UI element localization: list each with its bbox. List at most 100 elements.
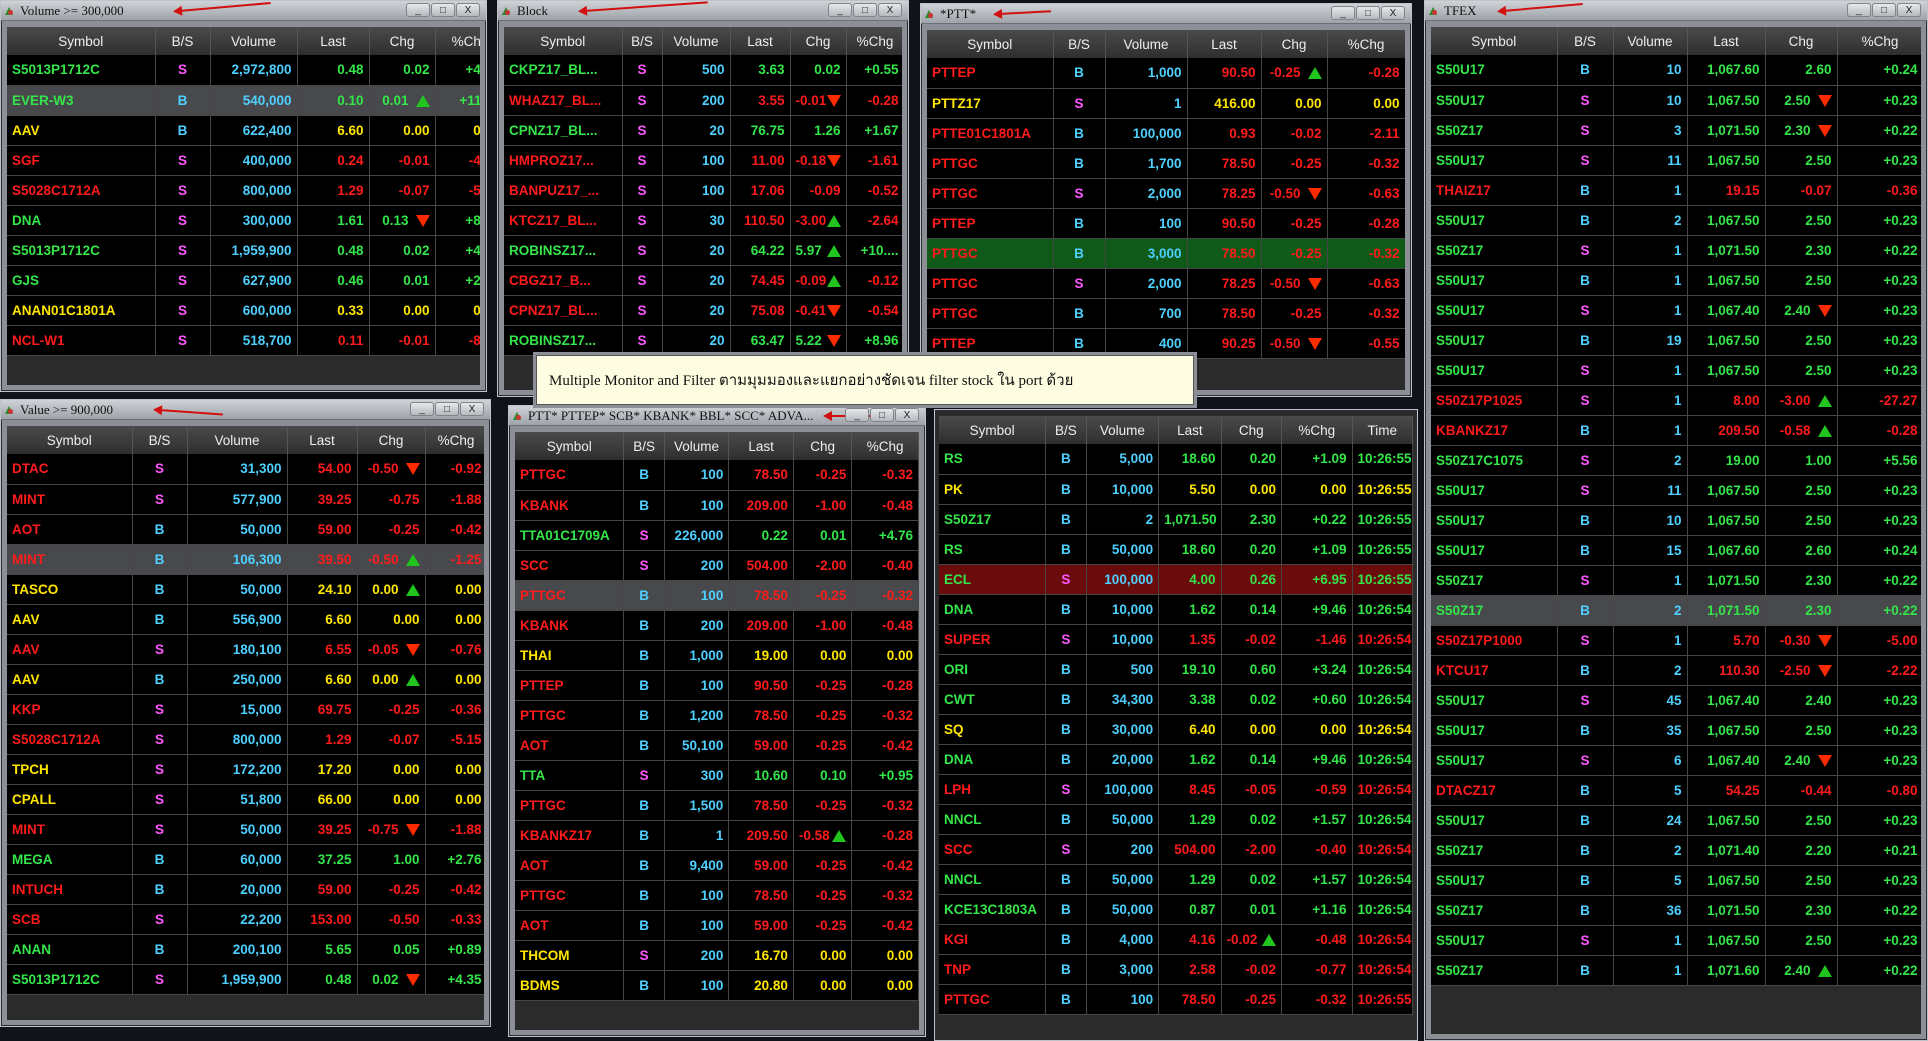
maximize-button[interactable]: □ [870,408,894,422]
table-row[interactable]: ANAN B 200,100 5.65 0.05 +0.89 [7,934,484,965]
minimize-button[interactable]: _ [1331,6,1355,20]
column-header[interactable]: Volume [210,27,298,55]
table-row[interactable]: TASCO B 50,000 24.10 0.00 0.00 [7,574,484,605]
table-row[interactable]: PTTGC B 100 78.50 -0.25 -0.32 [515,880,919,911]
window-portfolio-filter[interactable]: PTT* PTTEP* SCB* KBANK* BBL* SCC* ADVA..… [508,405,926,1037]
table-row[interactable]: AAV B 556,900 6.60 0.00 0.00 [7,604,484,635]
table-row[interactable]: S50U17 B 2 1,067.50 2.50 +0.23 [1431,205,1921,236]
table-row[interactable]: KBANKZ17 B 1 209.50 -0.58 -0.28 [515,820,919,851]
window-ptt[interactable]: *PTT* _ □ X Symbol B/S Volume Last Chg %Chg PTTEP… [920,3,1412,397]
table-row[interactable]: S50U17 B 5 1,067.50 2.50 +0.23 [1431,865,1921,896]
table-row[interactable]: S50U17 B 10 1,067.60 2.60 +0.24 [1431,55,1921,86]
table-row[interactable]: GJSS627,9000.46 0.01 +2.22 [7,265,480,296]
column-header[interactable]: Last [1187,30,1262,58]
table-row[interactable]: CPNZ17_BL... S 20 75.08 -0.41 -0.54 [504,295,902,326]
table-row[interactable]: TTA S 300 10.60 0.10 +0.95 [515,760,919,791]
table-row[interactable]: S50U17 B 19 1,067.50 2.50 +0.23 [1431,325,1921,356]
table-row[interactable]: TNP B 3,000 2.58 -0.02 -0.77 10:26:54 [939,954,1413,985]
table-row[interactable]: S50Z17 B 2 1,071.40 2.20 +0.21 [1431,835,1921,866]
column-header[interactable]: Time [1352,416,1413,444]
table-row[interactable]: KCE13C1803A B 50,000 0.87 0.01 +1.16 10:26:54 [939,894,1413,925]
column-header[interactable]: %Chg [846,27,902,55]
window-titlebar[interactable]: Block _ □ X [498,1,908,21]
table-row[interactable]: S50Z17 S 3 1,071.50 2.30 +0.22 [1431,115,1921,146]
column-header[interactable]: Chg [793,432,853,460]
table-row[interactable]: TTA01C1709A S 226,000 0.22 0.01 +4.76 [515,520,919,551]
column-header[interactable]: B/S [155,27,211,55]
table-row[interactable]: ANAN01C1801AS600,0000.33 0.00 0.00 [7,295,480,326]
table-row[interactable]: THAIZ17 B 1 19.15 -0.07 -0.36 [1431,175,1921,206]
column-header[interactable]: %Chg [435,27,480,55]
table-row[interactable]: S50Z17 B 2 1,071.50 2.30 +0.22 [1431,595,1921,626]
table-row[interactable]: DNAS300,0001.61 0.13 +8.78 [7,205,480,236]
table-row[interactable]: DNA B 10,000 1.62 0.14 +9.46 10:26:54 [939,594,1413,625]
column-header[interactable]: Last [287,426,358,454]
window-tfex[interactable]: TFEX _ □ X Symbol B/S Volume Last Chg %Chg S50U17… [1424,0,1928,1041]
minimize-button[interactable]: _ [406,3,430,17]
column-header[interactable]: Chg [1221,416,1283,444]
table-row[interactable]: AOT B 50,100 59.00 -0.25 -0.42 [515,730,919,761]
column-header[interactable]: B/S [622,27,663,55]
table-row[interactable]: AOT B 100 59.00 -0.25 -0.42 [515,910,919,941]
table-row[interactable]: S50Z17 B 2 1,071.50 2.30 +0.22 10:26:55 [939,504,1413,535]
table-row[interactable]: S50U17 B 10 1,067.50 2.50 +0.23 [1431,505,1921,536]
maximize-button[interactable]: □ [1872,3,1896,17]
table-row[interactable]: EVER-W3B540,0000.10 0.01 +11.11 [7,85,480,116]
table-row[interactable]: S50U17 S 11 1,067.50 2.50 +0.23 [1431,145,1921,176]
table-row[interactable]: PTTE01C1801A B 100,000 0.93 -0.02 -2.11 [927,118,1405,149]
table-row[interactable]: KBANK B 200 209.00 -1.00 -0.48 [515,610,919,641]
table-row[interactable]: PTTEP B 100 90.50 -0.25 -0.28 [927,208,1405,239]
close-button[interactable]: X [878,3,902,17]
column-header[interactable]: Chg [1765,27,1838,55]
column-header[interactable]: Last [730,27,791,55]
column-header[interactable]: B/S [132,426,188,454]
window-titlebar[interactable]: PTT* PTTEP* SCB* KBANK* BBL* SCC* ADVA..… [509,406,925,426]
table-row[interactable]: RS B 5,000 18.60 0.20 +1.09 10:26:55 [939,444,1413,475]
table-row[interactable]: CWT B 34,300 3.38 0.02 +0.60 10:26:54 [939,684,1413,715]
table-row[interactable]: PTTGC B 1,700 78.50 -0.25 -0.32 [927,148,1405,179]
table-row[interactable]: S50U17 S 10 1,067.50 2.50 +0.23 [1431,85,1921,116]
table-row[interactable]: SCC S 200 504.00 -2.00 -0.40 [515,550,919,581]
column-header[interactable]: Symbol [7,426,133,454]
table-row[interactable]: BANPUZ17_... S 100 17.06 -0.09 -0.52 [504,175,902,206]
table-row[interactable]: DNA B 20,000 1.62 0.14 +9.46 10:26:54 [939,744,1413,775]
table-row[interactable]: MINT S 50,000 39.25 -0.75 -1.88 [7,814,484,845]
table-row[interactable]: KKP S 15,000 69.75 -0.25 -0.36 [7,694,484,725]
maximize-button[interactable]: □ [431,3,455,17]
table-row[interactable]: PTTGC S 2,000 78.25 -0.50 -0.63 [927,268,1405,299]
table-row[interactable]: NCL-W1S518,7000.11 -0.01 -8.33 [7,325,480,356]
table-row[interactable]: S5013P1712CS1,959,9000.48 0.02 +4.35 [7,964,484,995]
window-ticker[interactable]: Symbol B/S Volume Last Chg %Chg Time RS B 5,000 18… [934,409,1418,1041]
table-row[interactable]: LPH S 100,000 8.45 -0.05 -0.59 10:26:54 [939,774,1413,805]
column-header[interactable]: Symbol [927,30,1054,58]
table-row[interactable]: PTTGC S 2,000 78.25 -0.50 -0.63 [927,178,1405,209]
window-titlebar[interactable]: TFEX _ □ X [1425,1,1927,21]
table-row[interactable]: PTTGC B 100 78.50 -0.25 -0.32 10:26:55 [939,984,1413,1015]
minimize-button[interactable]: _ [845,408,869,422]
table-row[interactable]: MEGA B 60,000 37.25 1.00 +2.76 [7,844,484,875]
table-row[interactable]: AAVB622,4006.60 0.00 0.00 [7,115,480,146]
table-row[interactable]: AOT B 9,400 59.00 -0.25 -0.42 [515,850,919,881]
column-header[interactable]: %Chg [1281,416,1353,444]
table-row[interactable]: PTTGC B 3,000 78.50 -0.25 -0.32 [927,238,1405,269]
column-header[interactable]: B/S [623,432,665,460]
table-row[interactable]: S50Z17P1000 S 1 5.70 -0.30 -5.00 [1431,625,1921,656]
table-row[interactable]: S5028C1712AS800,0001.29 -0.07 -5.15 [7,175,480,206]
table-row[interactable]: ORI B 500 19.10 0.60 +3.24 10:26:54 [939,654,1413,685]
table-row[interactable]: PK B 10,000 5.50 0.00 0.00 10:26:55 [939,474,1413,505]
table-row[interactable]: CPNZ17_BL... S 20 76.75 1.26 +1.67 [504,115,902,146]
column-header[interactable]: Volume [1105,30,1188,58]
column-header[interactable]: Last [1687,27,1766,55]
table-row[interactable]: SQ B 30,000 6.40 0.00 0.00 10:26:54 [939,714,1413,745]
table-row[interactable]: S50U17 S 11 1,067.50 2.50 +0.23 [1431,475,1921,506]
table-row[interactable]: MINT S 577,900 39.25 -0.75 -1.88 [7,484,484,515]
table-row[interactable]: KGI B 4,000 4.16 -0.02 -0.48 10:26:54 [939,924,1413,955]
table-row[interactable]: S50Z17 S 1 1,071.50 2.30 +0.22 [1431,235,1921,266]
window-volume-filter[interactable]: Volume >= 300,000 _ □ X Symbol B/S Volume Last… [0,0,487,392]
table-row[interactable]: PTTGC B 1,200 78.50 -0.25 -0.32 [515,700,919,731]
table-row[interactable]: MINT B 106,300 39.50 -0.50 -1.25 [7,544,484,575]
table-row[interactable]: WHAZ17_BL... S 200 3.55 -0.01 -0.28 [504,85,902,116]
column-header[interactable]: %Chg [851,432,919,460]
table-row[interactable]: S5028C1712AS800,0001.29 -0.07 -5.15 [7,724,484,755]
column-header[interactable]: Last [297,27,370,55]
